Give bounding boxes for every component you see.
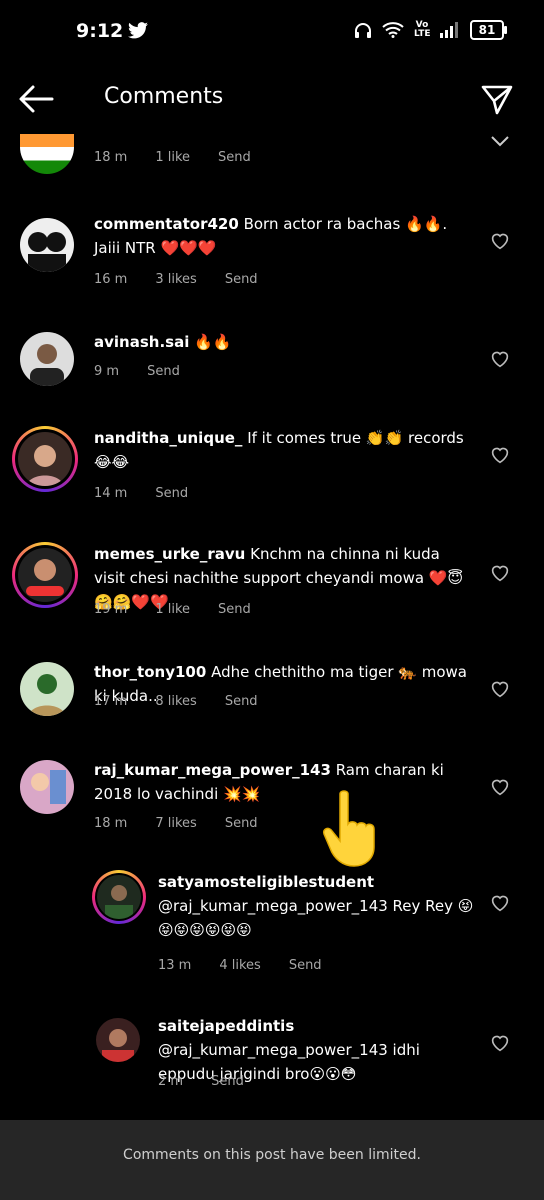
avatar[interactable]	[96, 1018, 140, 1062]
status-time: 9:12	[76, 20, 124, 42]
avatar-image	[30, 344, 64, 386]
comment-time: 16 m	[94, 272, 128, 287]
headphones-icon	[355, 23, 371, 38]
wifi-icon	[382, 22, 404, 38]
send-link[interactable]: Send	[155, 486, 188, 501]
comment-body: nanditha_unique_ If it comes true 👏👏 rec…	[94, 426, 464, 474]
send-link[interactable]: Send	[225, 272, 258, 287]
twitter-icon	[128, 22, 148, 39]
comment-username[interactable]: commentator420	[94, 215, 239, 233]
comment-body: satyamosteligiblestudent @raj_kumar_mega…	[158, 870, 478, 942]
comment-body: commentator420 Born actor ra bachas 🔥🔥. …	[94, 212, 474, 260]
comment-meta: 14 m Send	[94, 486, 188, 501]
comment-meta: 17 m 8 likes Send	[94, 694, 258, 709]
comment-username[interactable]: thor_tony100	[94, 663, 206, 681]
avatar-image	[102, 1029, 134, 1062]
avatar[interactable]	[20, 332, 74, 386]
like-count[interactable]: 3 likes	[155, 272, 196, 287]
send-link[interactable]: Send	[289, 958, 322, 973]
like-count[interactable]: 4 likes	[219, 958, 260, 973]
comment-time: 18 m	[94, 816, 128, 831]
avatar[interactable]	[20, 218, 74, 272]
page-title: Comments	[104, 84, 224, 109]
like-count[interactable]: 7 likes	[155, 816, 196, 831]
avatar-image	[31, 770, 66, 804]
send-link[interactable]: Send	[225, 694, 258, 709]
avatar[interactable]	[20, 662, 74, 716]
avatar[interactable]	[20, 134, 74, 174]
story-ring[interactable]	[12, 542, 78, 608]
avatar[interactable]	[20, 760, 74, 814]
comment-text: @raj_kumar_mega_power_143 Rey Rey 😝😝😝😝😝😝…	[158, 897, 474, 939]
banner-text: Comments on this post have been limited.	[123, 1147, 421, 1163]
comment-username[interactable]: raj_kumar_mega_power_143	[94, 761, 331, 779]
like-count[interactable]: 1 like	[155, 602, 190, 617]
comment-meta: 13 m 4 likes Send	[158, 958, 322, 973]
heart-icon[interactable]	[490, 350, 510, 368]
battery-indicator: 81	[470, 20, 507, 40]
like-count[interactable]: 1 like	[155, 150, 190, 165]
comment-meta: 16 m 3 likes Send	[94, 272, 258, 287]
heart-icon[interactable]	[490, 680, 510, 698]
pointing-hand-icon	[322, 790, 375, 867]
send-link[interactable]: Send	[147, 364, 180, 379]
comment-time: 19 m	[94, 602, 128, 617]
avatar	[18, 432, 72, 486]
comment-meta: 9 m Send	[94, 364, 180, 379]
story-ring[interactable]	[12, 426, 78, 492]
story-ring[interactable]	[92, 870, 146, 924]
comment-username[interactable]: nanditha_unique_	[94, 429, 242, 447]
heart-icon[interactable]	[490, 778, 510, 796]
comment-meta: 2 m Send	[158, 1074, 244, 1089]
heart-icon[interactable]	[490, 232, 510, 250]
comments-limited-banner: Comments on this post have been limited.	[0, 1120, 544, 1200]
heart-icon[interactable]	[490, 446, 510, 464]
heart-icon[interactable]	[490, 564, 510, 582]
comment-username[interactable]: memes_urke_ravu	[94, 545, 245, 563]
comment-body: avinash.sai 🔥🔥	[94, 330, 474, 354]
send-link[interactable]: Send	[225, 816, 258, 831]
comments-header: Comments	[0, 66, 544, 130]
comment-time: 18 m	[94, 150, 128, 165]
direct-send-icon[interactable]	[480, 82, 514, 116]
comment-text: 🔥🔥	[194, 333, 232, 351]
comment-time: 2 m	[158, 1074, 184, 1089]
comment-meta: 19 m 1 like Send	[94, 602, 251, 617]
avatar	[18, 548, 72, 602]
send-link[interactable]: Send	[218, 602, 251, 617]
comment-time: 9 m	[94, 364, 120, 379]
avatar-image	[28, 674, 66, 716]
comment-meta: 18 m 1 like Send	[94, 150, 251, 165]
comment-username[interactable]: satyamosteligiblestudent	[158, 873, 374, 891]
send-link[interactable]: Send	[218, 150, 251, 165]
comment-body: raj_kumar_mega_power_143 Ram charan ki 2…	[94, 758, 474, 806]
signal-icon	[440, 22, 458, 38]
volte-indicator: Vo LTE	[414, 20, 431, 39]
comment-meta: 18 m 7 likes Send	[94, 816, 258, 831]
status-icons: Vo LTE 81	[354, 20, 507, 40]
comment-username[interactable]: avinash.sai	[94, 333, 189, 351]
comment-time: 14 m	[94, 486, 128, 501]
avatar	[97, 875, 141, 919]
comment-username[interactable]: saitejapeddintis	[158, 1017, 294, 1035]
heart-icon[interactable]	[490, 894, 510, 912]
like-count[interactable]: 8 likes	[155, 694, 196, 709]
avatar-image	[28, 232, 66, 272]
chevron-down-icon[interactable]	[490, 134, 510, 148]
back-arrow-icon[interactable]	[18, 84, 54, 114]
status-bar: 9:12 Vo LTE 81	[0, 0, 544, 66]
heart-icon[interactable]	[490, 1034, 510, 1052]
send-link[interactable]: Send	[211, 1074, 244, 1089]
comment-time: 17 m	[94, 694, 128, 709]
comment-time: 13 m	[158, 958, 192, 973]
